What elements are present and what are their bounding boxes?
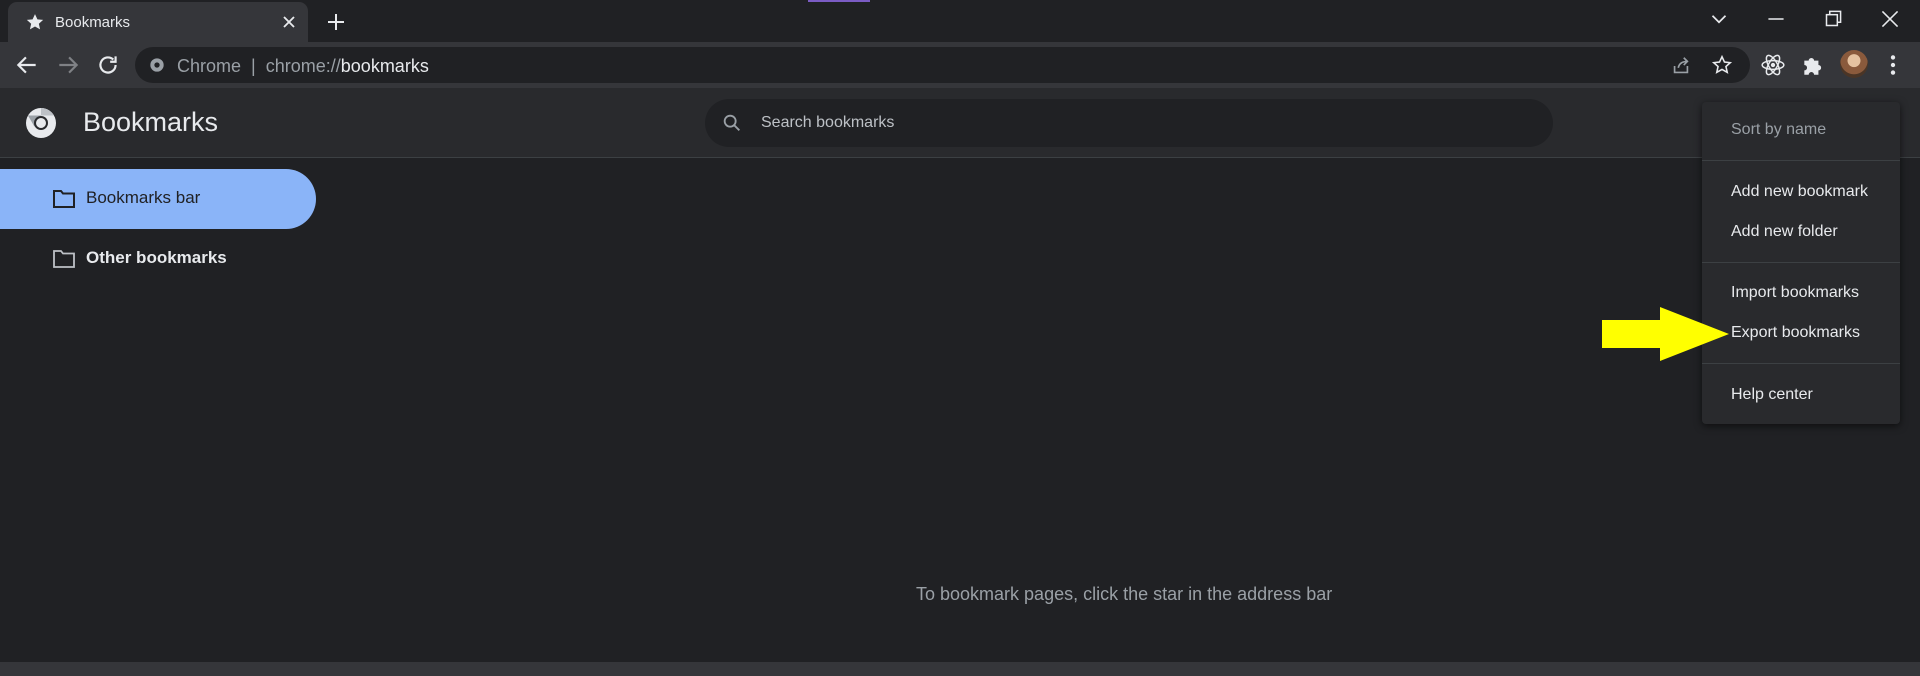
restore-icon[interactable] (1820, 6, 1846, 32)
reload-icon[interactable] (95, 52, 121, 78)
bookmark-star-icon[interactable] (1711, 54, 1733, 76)
tab-strip: Bookmarks (0, 0, 1920, 42)
search-icon (723, 114, 740, 131)
menu-item-help-center[interactable]: Help center (1702, 375, 1900, 415)
menu-item-label: Add new folder (1731, 223, 1838, 240)
back-arrow-icon[interactable] (14, 52, 40, 78)
react-devtools-icon[interactable] (1760, 52, 1786, 78)
menu-item-import-bookmarks[interactable]: Import bookmarks (1702, 273, 1900, 313)
address-text: Chrome | chrome://bookmarks (177, 56, 429, 77)
organize-menu: Sort by name Add new bookmark Add new fo… (1702, 102, 1900, 424)
extensions-puzzle-icon[interactable] (1800, 52, 1826, 78)
empty-list-message: To bookmark pages, click the star in the… (916, 584, 1333, 604)
sidebar-item-bookmarks-bar[interactable]: Bookmarks bar (0, 169, 316, 229)
more-vertical-icon[interactable] (1880, 52, 1906, 78)
sidebar-item-label: Other bookmarks (86, 248, 227, 267)
search-box[interactable] (705, 99, 1553, 147)
menu-item-add-new-bookmark[interactable]: Add new bookmark (1702, 172, 1900, 212)
page-title: Bookmarks (83, 107, 219, 137)
menu-item-label: Export bookmarks (1731, 324, 1860, 341)
search-input[interactable] (761, 99, 1521, 147)
annotation-arrow-icon (1602, 307, 1729, 361)
menu-item-label: Add new bookmark (1731, 183, 1868, 200)
minimize-icon[interactable] (1763, 6, 1789, 32)
address-separator: | (251, 56, 256, 76)
menu-item-label: Sort by name (1731, 121, 1827, 138)
new-tab-icon[interactable] (324, 10, 348, 34)
address-prefix: chrome:// (265, 56, 341, 76)
chrome-logo-icon (26, 108, 56, 138)
menu-item-label: Import bookmarks (1731, 284, 1860, 301)
address-scheme-label: Chrome (177, 56, 242, 76)
tab-search-chevron-icon[interactable] (1706, 6, 1732, 32)
menu-item-add-new-folder[interactable]: Add new folder (1702, 212, 1900, 252)
tab-title: Bookmarks (55, 14, 131, 31)
profile-avatar[interactable] (1840, 50, 1868, 78)
sidebar-item-label: Bookmarks bar (86, 188, 201, 207)
bottom-scrollbar[interactable] (0, 662, 1920, 676)
menu-divider (1702, 160, 1900, 161)
menu-divider (1702, 262, 1900, 263)
menu-item-sort-by-name: Sort by name (1702, 110, 1900, 150)
tab-group-accent (808, 0, 870, 2)
share-icon[interactable] (1670, 55, 1692, 77)
star-icon (26, 14, 44, 30)
menu-item-label: Help center (1731, 386, 1813, 403)
address-bar[interactable]: Chrome | chrome://bookmarks (135, 47, 1750, 83)
menu-item-export-bookmarks[interactable]: Export bookmarks (1702, 313, 1900, 353)
menu-divider (1702, 363, 1900, 364)
address-host: bookmarks (340, 56, 429, 76)
sidebar-item-other-bookmarks[interactable]: Other bookmarks (0, 229, 316, 289)
browser-toolbar: Chrome | chrome://bookmarks (0, 42, 1920, 88)
bookmarks-header: Bookmarks (0, 88, 1920, 158)
folder-icon (53, 190, 75, 208)
chrome-page-icon[interactable] (149, 57, 165, 73)
tab-bookmarks[interactable]: Bookmarks (8, 2, 308, 42)
forward-arrow-icon[interactable] (55, 52, 81, 78)
folder-icon (53, 250, 75, 268)
window-close-icon[interactable] (1877, 6, 1903, 32)
close-icon[interactable] (279, 12, 299, 32)
